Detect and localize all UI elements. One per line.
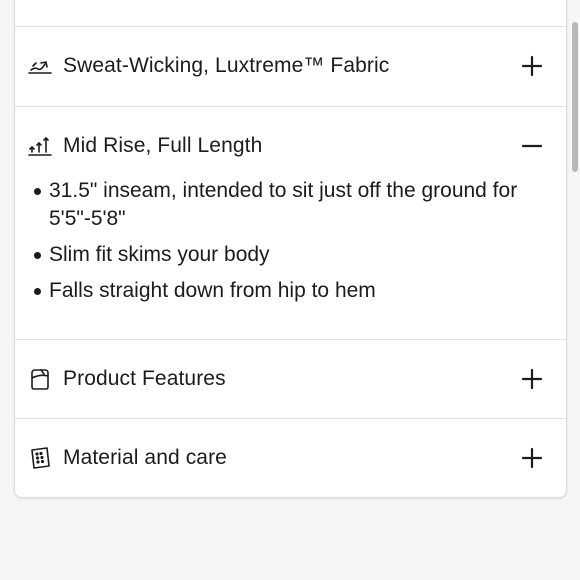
accordion-item-material-care[interactable]: Material and care <box>15 419 566 497</box>
product-features-icon <box>27 366 53 392</box>
product-details-accordion: Sweat-Wicking, Luxtreme™ Fabric Mid Rise… <box>14 0 567 498</box>
material-care-icon <box>27 445 53 471</box>
accordion-item-mid-rise[interactable]: Mid Rise, Full Length <box>15 107 566 185</box>
plus-icon[interactable] <box>520 54 544 78</box>
accordion-label: Mid Rise, Full Length <box>63 134 263 157</box>
rise-length-icon <box>27 133 53 159</box>
list-item: Slim fit skims your body <box>15 241 566 269</box>
plus-icon[interactable] <box>520 367 544 391</box>
scrollbar[interactable] <box>572 22 578 172</box>
list-item: Falls straight down from hip to hem <box>15 277 566 305</box>
accordion-details: 31.5" inseam, intended to sit just off t… <box>15 177 566 327</box>
list-item: 31.5" inseam, intended to sit just off t… <box>15 177 566 233</box>
accordion-label: Product Features <box>63 367 226 390</box>
accordion-label: Material and care <box>63 446 227 469</box>
plus-icon[interactable] <box>520 446 544 470</box>
accordion-item-sweat-wicking[interactable]: Sweat-Wicking, Luxtreme™ Fabric <box>15 27 566 105</box>
accordion-label: Sweat-Wicking, Luxtreme™ Fabric <box>63 54 390 77</box>
accordion-item-product-features[interactable]: Product Features <box>15 340 566 418</box>
sweat-wicking-icon <box>27 53 53 79</box>
minus-icon[interactable] <box>520 134 544 158</box>
